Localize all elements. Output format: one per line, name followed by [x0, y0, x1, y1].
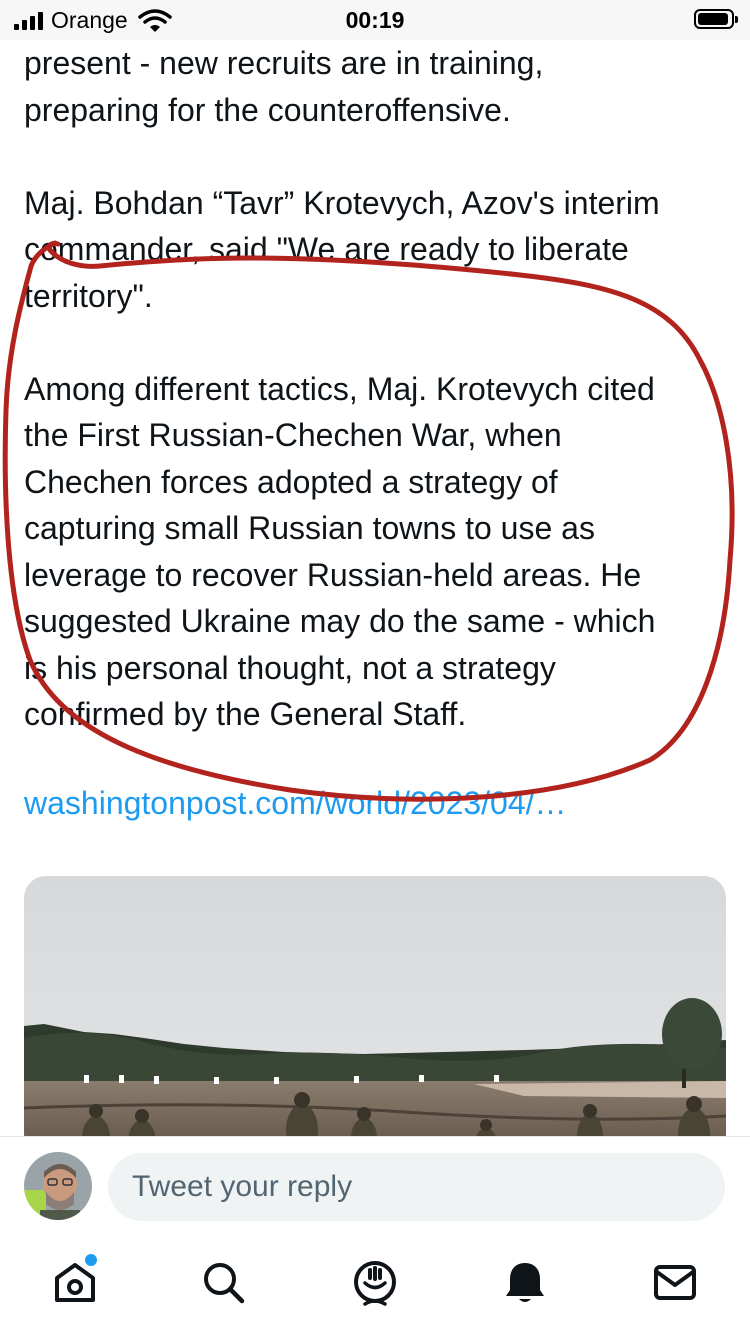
notifications-icon — [506, 1263, 544, 1302]
status-bar: Orange 00:19 — [0, 0, 750, 40]
tab-search[interactable] — [199, 1258, 247, 1306]
tweet-line: leverage to recover Russian-held areas. … — [24, 556, 642, 593]
tweet-line: Maj. Bohdan “Tavr” Krotevych, Azov's int… — [24, 184, 660, 221]
tab-notifications[interactable] — [501, 1258, 549, 1306]
reply-input[interactable]: Tweet your reply — [108, 1153, 725, 1221]
avatar[interactable] — [24, 1152, 92, 1220]
tweet-line: capturing small Russian towns to use as — [24, 510, 595, 546]
tab-spaces[interactable] — [351, 1258, 399, 1306]
tab-messages[interactable] — [651, 1258, 699, 1306]
tweet-line: Chechen forces adopted a strategy of — [24, 463, 558, 500]
tweet-line: commander, said "We are ready to liberat… — [24, 231, 629, 267]
tweet-line: territory". — [24, 277, 153, 314]
tweet-line: present - new recruits are in training, — [24, 45, 544, 81]
media-image[interactable] — [24, 876, 726, 1156]
messages-icon — [654, 1265, 696, 1300]
bottom-tab-bar — [0, 1236, 750, 1334]
tweet-line: suggested Ukraine may do the same - whic… — [24, 603, 656, 639]
tweet-line: preparing for the counteroffensive. — [24, 91, 511, 128]
article-link[interactable]: washingtonpost.com/world/2023/04/… — [24, 785, 567, 822]
spaces-icon — [354, 1261, 396, 1306]
battery-icon — [694, 9, 738, 29]
tweet-line: is his personal thought, not a strategy — [24, 649, 556, 686]
tweet-line: the First Russian-Chechen War, when — [24, 417, 562, 453]
tab-home[interactable] — [51, 1254, 99, 1306]
search-icon — [204, 1263, 245, 1304]
tweet-line: Among different tactics, Maj. Krotevych … — [24, 370, 655, 407]
status-time: 00:19 — [345, 7, 405, 33]
avatar-image — [24, 1152, 92, 1220]
field-photo — [24, 876, 726, 1156]
tweet-text: present - new recruits are in training, … — [24, 40, 724, 738]
tweet-line: confirmed by the General Staff. — [24, 696, 467, 732]
reply-bar: Tweet your reply — [0, 1136, 750, 1237]
unread-dot — [85, 1254, 97, 1266]
